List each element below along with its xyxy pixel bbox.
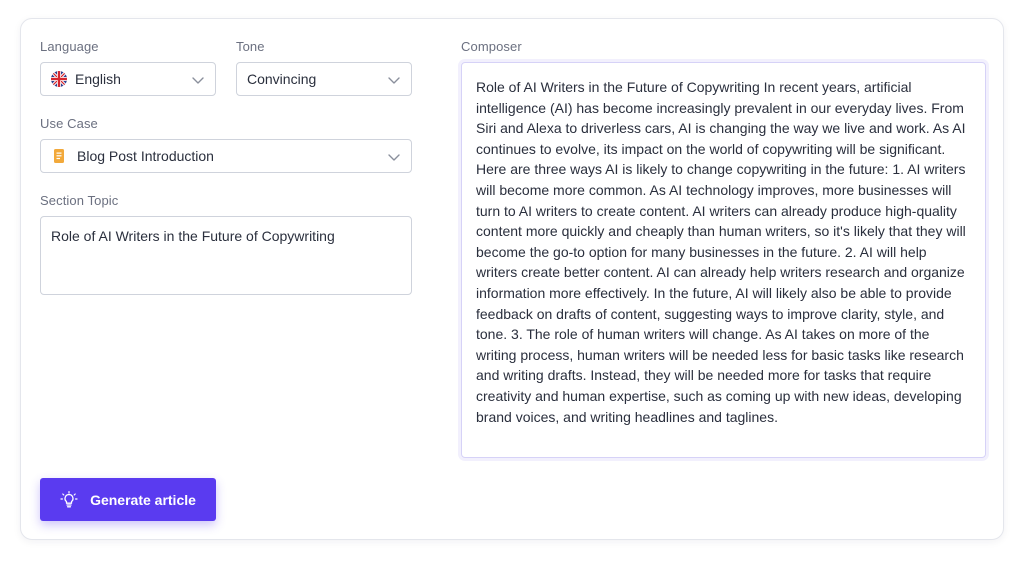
composer-label: Composer <box>461 39 522 54</box>
article-generator-card: Language English Tone Convincing Use Cas… <box>20 18 1004 540</box>
chevron-down-icon <box>192 77 204 84</box>
language-label: Language <box>40 39 99 54</box>
generate-article-button[interactable]: Generate article <box>40 478 216 521</box>
uk-flag-icon <box>51 71 67 87</box>
section-topic-label: Section Topic <box>40 193 119 208</box>
tone-select[interactable]: Convincing <box>236 62 412 96</box>
lightbulb-icon <box>60 490 78 507</box>
tone-value: Convincing <box>247 71 317 87</box>
generate-article-label: Generate article <box>90 491 196 508</box>
use-case-value: Blog Post Introduction <box>77 148 214 164</box>
use-case-select[interactable]: Blog Post Introduction <box>40 139 412 173</box>
document-icon <box>51 148 67 164</box>
composer-textarea[interactable]: Role of AI Writers in the Future of Copy… <box>461 62 986 458</box>
language-select[interactable]: English <box>40 62 216 96</box>
section-topic-input[interactable]: Role of AI Writers in the Future of Copy… <box>40 216 412 295</box>
tone-label: Tone <box>236 39 265 54</box>
use-case-label: Use Case <box>40 116 98 131</box>
language-value: English <box>75 71 121 87</box>
chevron-down-icon <box>388 154 400 161</box>
chevron-down-icon <box>388 77 400 84</box>
